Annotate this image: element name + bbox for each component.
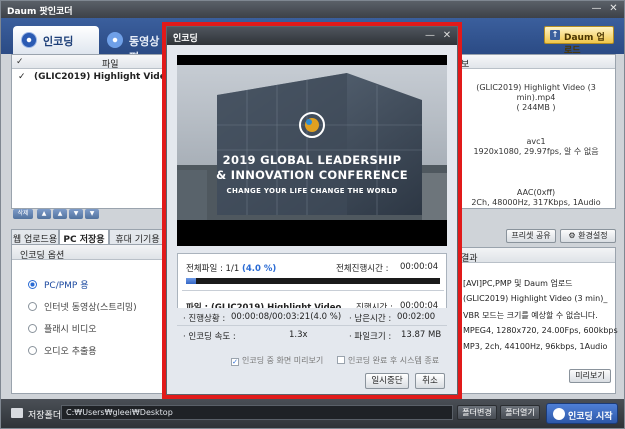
open-folder-button[interactable]: 폴더열기 bbox=[500, 405, 540, 420]
option-pc-pmp[interactable]: PC/PMP 용 bbox=[28, 278, 89, 291]
start-encoding-button[interactable]: 인코딩 시작 bbox=[546, 403, 618, 424]
list-item[interactable]: ✓ (GLIC2019) Highlight Video ( bbox=[12, 69, 179, 85]
move-down-button[interactable]: ▼ bbox=[69, 209, 83, 219]
app-title: Daum 팟인코더 bbox=[7, 7, 73, 17]
select-all-checkbox[interactable]: ✓ bbox=[16, 57, 24, 67]
file-list-header: ✓ 파일 bbox=[12, 55, 165, 70]
radio-icon bbox=[28, 280, 37, 289]
gear-icon: ⚙ bbox=[568, 231, 579, 240]
settings-button[interactable]: ⚙ 환경설정 bbox=[560, 229, 616, 243]
option-audio[interactable]: 오디오 추출용 bbox=[28, 344, 97, 357]
option-label: 오디오 추출용 bbox=[44, 347, 97, 357]
video-edit-icon bbox=[107, 32, 123, 48]
info-line: (GLIC2019) Highlight Video (3 bbox=[476, 83, 596, 92]
result-header: 결과 bbox=[457, 248, 615, 264]
highlight-frame bbox=[162, 22, 462, 399]
encode-disc-icon bbox=[21, 32, 37, 48]
daum-upload-label: Daum 업로드 bbox=[564, 33, 605, 56]
upload-icon: ↑ bbox=[550, 30, 560, 40]
info-line: avc1 bbox=[526, 137, 546, 146]
tab-encode-label: 인코딩 bbox=[43, 35, 74, 48]
result-panel: 결과 [AVI]PC,PMP 및 Daum 업로드 (GLIC2019) Hig… bbox=[456, 247, 618, 394]
encoding-options: 인코딩 옵션 PC/PMP 용 인터넷 동영상(스트리밍) 플래시 비디오 오디… bbox=[11, 244, 166, 394]
close-button[interactable]: ✕ bbox=[606, 2, 621, 16]
options-header: 인코딩 옵션 bbox=[12, 245, 165, 261]
file-name: (GLIC2019) Highlight Video ( bbox=[34, 72, 180, 82]
move-top-button[interactable]: ▲ bbox=[37, 209, 51, 219]
tab-video-edit[interactable]: 동영상편 bbox=[99, 26, 169, 64]
radio-icon bbox=[28, 346, 37, 355]
info-line: ( 244MB ) bbox=[516, 103, 556, 112]
output-type-tabs: 웹 업로드용 PC 저장용 휴대 기기용 bbox=[11, 229, 166, 245]
title-bar: Daum 팟인코더 — ✕ bbox=[1, 1, 624, 18]
option-label: PC/PMP 용 bbox=[44, 281, 89, 291]
change-folder-button[interactable]: 폴더변경 bbox=[457, 405, 497, 420]
file-info-panel: 보 (GLIC2019) Highlight Video (3 min).mp4… bbox=[456, 54, 616, 209]
radio-icon bbox=[28, 324, 37, 333]
folder-icon bbox=[11, 408, 23, 418]
result-line: (GLIC2019) Highlight Video (3 min)_ bbox=[463, 294, 608, 303]
tab-encode[interactable]: 인코딩 bbox=[13, 26, 99, 54]
info-line: 2Ch, 48000Hz, 317Kbps, 1Audio bbox=[471, 198, 601, 207]
tab-web-upload[interactable]: 웹 업로드용 bbox=[11, 229, 59, 245]
folder-path-field[interactable]: C:₩Users₩gleei₩Desktop bbox=[61, 405, 453, 420]
move-bottom-button[interactable]: ▼ bbox=[85, 209, 99, 219]
option-label: 플래시 비디오 bbox=[44, 325, 97, 335]
info-line: 1920x1080, 29.97fps, 알 수 없음 bbox=[473, 147, 599, 156]
folder-label-text: 저장폴더 bbox=[28, 411, 62, 421]
tab-mobile[interactable]: 휴대 기기용 bbox=[109, 229, 166, 245]
info-line: min).mp4 bbox=[516, 93, 556, 102]
start-label: 인코딩 시작 bbox=[568, 412, 613, 422]
info-header: 보 bbox=[457, 55, 615, 70]
option-streaming[interactable]: 인터넷 동영상(스트리밍) bbox=[28, 300, 137, 313]
preset-bar: 프리셋 공유 ⚙ 환경설정 bbox=[456, 229, 616, 245]
file-checkbox[interactable]: ✓ bbox=[18, 72, 26, 82]
option-label: 인터넷 동영상(스트리밍) bbox=[44, 303, 137, 313]
info-line: AAC(0xff) bbox=[516, 188, 556, 197]
info-audio-block: AAC(0xff) 2Ch, 48000Hz, 317Kbps, 1Audio bbox=[457, 188, 615, 208]
daum-upload-button[interactable]: ↑ Daum 업로드 bbox=[544, 26, 614, 56]
preview-button[interactable]: 미리보기 bbox=[569, 369, 611, 383]
move-up-button[interactable]: ▲ bbox=[53, 209, 67, 219]
radio-icon bbox=[28, 302, 37, 311]
tab-pc-save[interactable]: PC 저장용 bbox=[59, 229, 109, 245]
option-flash[interactable]: 플래시 비디오 bbox=[28, 322, 97, 335]
result-line: VBR 모드는 크기를 예상할 수 없습니다. bbox=[463, 311, 598, 320]
start-disc-icon bbox=[553, 408, 565, 420]
info-video-block: avc1 1920x1080, 29.97fps, 알 수 없음 bbox=[457, 137, 615, 157]
info-file-block: (GLIC2019) Highlight Video (3 min).mp4 (… bbox=[457, 83, 615, 113]
settings-label: 환경설정 bbox=[578, 231, 608, 240]
result-line: MP3, 2ch, 44100Hz, 96kbps, 1Audio bbox=[463, 342, 608, 351]
file-list: ✓ 파일 ✓ (GLIC2019) Highlight Video ( bbox=[11, 54, 179, 209]
minimize-button[interactable]: — bbox=[589, 2, 604, 16]
delete-button[interactable]: 삭제 bbox=[13, 209, 33, 219]
bottom-bar: 저장폴더 ▼ C:₩Users₩gleei₩Desktop 폴더변경 폴더열기 … bbox=[1, 399, 624, 428]
result-line: [AVI]PC,PMP 및 Daum 업로드 bbox=[463, 279, 573, 288]
result-line: MPEG4, 1280x720, 24.00Fps, 600kbps bbox=[463, 326, 618, 335]
preset-share-button[interactable]: 프리셋 공유 bbox=[506, 229, 556, 243]
